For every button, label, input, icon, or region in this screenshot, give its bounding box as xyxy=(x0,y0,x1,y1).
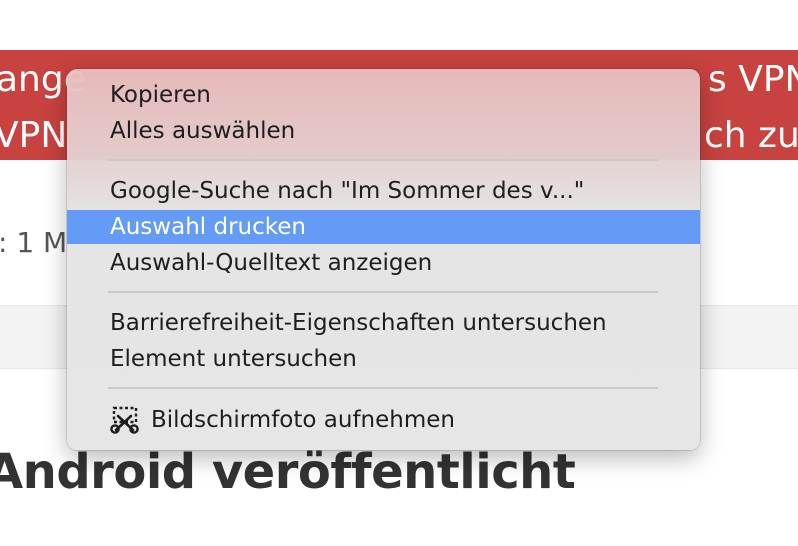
browser-page: ange s VPN- VPN ch zur : 1 M Android ver… xyxy=(0,0,798,546)
menu-item-label: Google-Suche nach "Im Sommer des v..." xyxy=(110,178,585,204)
menu-item-label: Barrierefreiheit-Eigenschaften untersuch… xyxy=(110,310,607,336)
menu-separator xyxy=(108,291,658,293)
menu-item-google-suche[interactable]: Google-Suche nach "Im Sommer des v..." xyxy=(67,174,700,208)
menu-item-element-untersuchen[interactable]: Element untersuchen xyxy=(67,342,700,376)
menu-item-alles-auswaehlen[interactable]: Alles auswählen xyxy=(67,114,700,148)
context-menu: Kopieren Alles auswählen Google-Suche na… xyxy=(67,69,700,450)
menu-item-label: Alles auswählen xyxy=(110,118,296,144)
menu-item-label: Auswahl-Quelltext anzeigen xyxy=(110,250,433,276)
article-headline: Android veröffentlicht xyxy=(0,444,576,500)
menu-separator xyxy=(108,159,658,161)
banner-text-line2-left: VPN xyxy=(0,115,68,156)
menu-item-label: Auswahl drucken xyxy=(110,214,306,240)
screenshot-scissors-icon xyxy=(109,406,139,434)
article-meta-text: : 1 M xyxy=(0,226,68,259)
menu-item-bildschirmfoto[interactable]: Bildschirmfoto aufnehmen xyxy=(67,403,700,437)
menu-item-quelltext-anzeigen[interactable]: Auswahl-Quelltext anzeigen xyxy=(67,246,700,280)
menu-item-auswahl-drucken[interactable]: Auswahl drucken xyxy=(67,210,700,244)
banner-text-line2-right: ch zur xyxy=(704,115,798,156)
banner-text-line1-right: s VPN- xyxy=(708,59,798,100)
menu-item-kopieren[interactable]: Kopieren xyxy=(67,78,700,112)
menu-item-label: Kopieren xyxy=(110,82,211,108)
menu-item-label: Bildschirmfoto aufnehmen xyxy=(151,407,455,433)
menu-separator xyxy=(108,387,658,389)
menu-item-barrierefreiheit-untersuchen[interactable]: Barrierefreiheit-Eigenschaften untersuch… xyxy=(67,306,700,340)
menu-item-label: Element untersuchen xyxy=(110,346,357,372)
